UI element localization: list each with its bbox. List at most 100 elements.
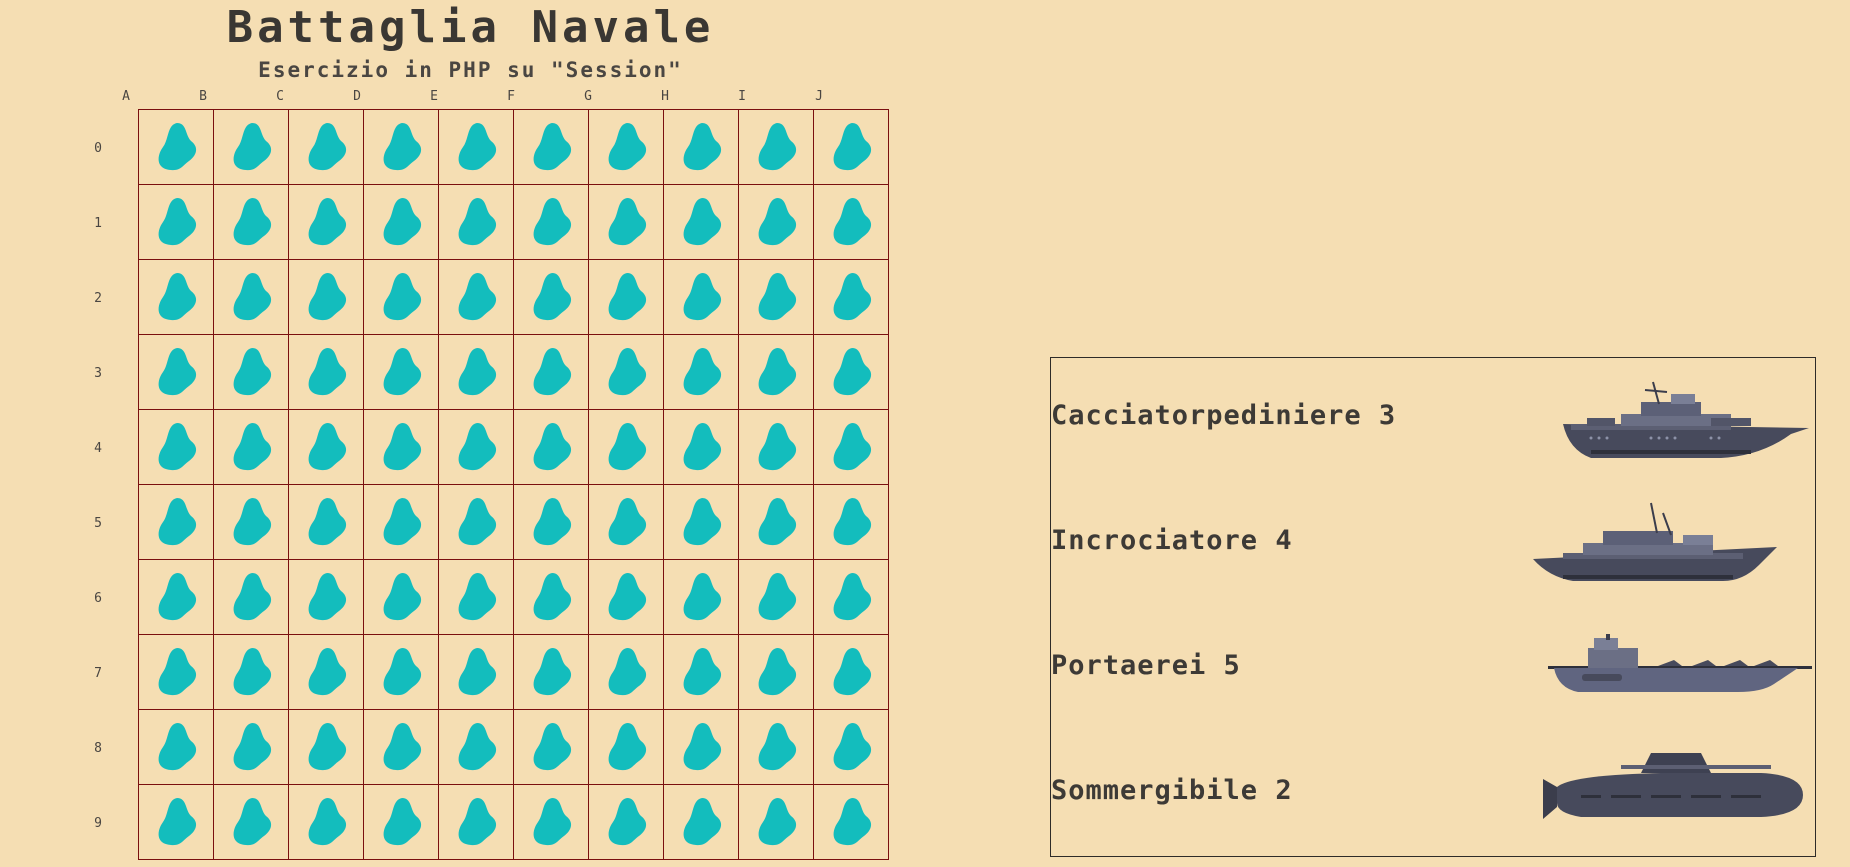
board-cell[interactable]: [514, 785, 589, 860]
board-cell[interactable]: [589, 260, 664, 335]
board-cell[interactable]: [664, 110, 739, 185]
board-cell[interactable]: [214, 485, 289, 560]
board-cell[interactable]: [739, 335, 814, 410]
board-cell[interactable]: [664, 185, 739, 260]
board-cell[interactable]: [289, 260, 364, 335]
board-cell[interactable]: [664, 710, 739, 785]
board-cell[interactable]: [739, 260, 814, 335]
board-cell[interactable]: [364, 710, 439, 785]
board-cell[interactable]: [814, 635, 889, 710]
board-cell[interactable]: [514, 410, 589, 485]
board-cell[interactable]: [589, 110, 664, 185]
board-cell[interactable]: [364, 560, 439, 635]
board-cell[interactable]: [139, 410, 214, 485]
board-cell[interactable]: [214, 410, 289, 485]
board-cell[interactable]: [439, 785, 514, 860]
board-cell[interactable]: [139, 635, 214, 710]
board-cell[interactable]: [214, 335, 289, 410]
board-cell[interactable]: [664, 335, 739, 410]
board-cell[interactable]: [739, 560, 814, 635]
board-cell[interactable]: [739, 635, 814, 710]
board-cell[interactable]: [139, 710, 214, 785]
board-cell[interactable]: [739, 185, 814, 260]
board-cell[interactable]: [364, 185, 439, 260]
board-cell[interactable]: [439, 485, 514, 560]
board-cell[interactable]: [214, 260, 289, 335]
board-cell[interactable]: [664, 635, 739, 710]
board-cell[interactable]: [814, 410, 889, 485]
board-cell[interactable]: [439, 110, 514, 185]
board-cell[interactable]: [139, 335, 214, 410]
board-cell[interactable]: [139, 785, 214, 860]
board-cell[interactable]: [439, 260, 514, 335]
board-cell[interactable]: [814, 260, 889, 335]
board-cell[interactable]: [289, 185, 364, 260]
board-cell[interactable]: [589, 185, 664, 260]
board-cell[interactable]: [739, 410, 814, 485]
board-cell[interactable]: [664, 785, 739, 860]
board-cell[interactable]: [739, 485, 814, 560]
board-cell[interactable]: [514, 635, 589, 710]
board-cell[interactable]: [214, 185, 289, 260]
board-cell[interactable]: [364, 485, 439, 560]
board-cell[interactable]: [214, 785, 289, 860]
board-cell[interactable]: [814, 110, 889, 185]
board-cell[interactable]: [589, 335, 664, 410]
board-cell[interactable]: [214, 635, 289, 710]
board-cell[interactable]: [739, 110, 814, 185]
board-cell[interactable]: [364, 260, 439, 335]
board-cell[interactable]: [364, 410, 439, 485]
board-cell[interactable]: [139, 560, 214, 635]
board-cell[interactable]: [514, 260, 589, 335]
board-cell[interactable]: [514, 710, 589, 785]
board-cell[interactable]: [664, 485, 739, 560]
board-cell[interactable]: [514, 485, 589, 560]
board-cell[interactable]: [439, 335, 514, 410]
board-cell[interactable]: [139, 485, 214, 560]
board-cell[interactable]: [139, 110, 214, 185]
board-cell[interactable]: [814, 785, 889, 860]
board-cell[interactable]: [214, 110, 289, 185]
board-cell[interactable]: [289, 410, 364, 485]
board-cell[interactable]: [739, 710, 814, 785]
board-cell[interactable]: [289, 785, 364, 860]
board-cell[interactable]: [514, 560, 589, 635]
board-cell[interactable]: [589, 410, 664, 485]
board-cell[interactable]: [289, 335, 364, 410]
board-cell[interactable]: [364, 635, 439, 710]
board-cell[interactable]: [589, 485, 664, 560]
board-cell[interactable]: [739, 785, 814, 860]
board-cell[interactable]: [589, 560, 664, 635]
board-cell[interactable]: [289, 635, 364, 710]
board-cell[interactable]: [139, 260, 214, 335]
board-cell[interactable]: [589, 635, 664, 710]
board-cell[interactable]: [364, 335, 439, 410]
board-cell[interactable]: [589, 785, 664, 860]
board-cell[interactable]: [289, 710, 364, 785]
board-cell[interactable]: [664, 260, 739, 335]
board-cell[interactable]: [364, 110, 439, 185]
board-cell[interactable]: [589, 710, 664, 785]
board-cell[interactable]: [814, 335, 889, 410]
board-cell[interactable]: [214, 560, 289, 635]
board-cell[interactable]: [664, 410, 739, 485]
board-cell[interactable]: [439, 410, 514, 485]
board-cell[interactable]: [514, 185, 589, 260]
board-cell[interactable]: [664, 560, 739, 635]
board-cell[interactable]: [439, 560, 514, 635]
board-cell[interactable]: [364, 785, 439, 860]
board-cell[interactable]: [514, 335, 589, 410]
board-cell[interactable]: [439, 635, 514, 710]
board-cell[interactable]: [214, 710, 289, 785]
board-cell[interactable]: [814, 710, 889, 785]
board-cell[interactable]: [514, 110, 589, 185]
board-cell[interactable]: [139, 185, 214, 260]
board-cell[interactable]: [439, 710, 514, 785]
board-cell[interactable]: [289, 485, 364, 560]
board-cell[interactable]: [439, 185, 514, 260]
board-cell[interactable]: [814, 185, 889, 260]
board-cell[interactable]: [289, 560, 364, 635]
board-cell[interactable]: [814, 560, 889, 635]
board-cell[interactable]: [814, 485, 889, 560]
board-cell[interactable]: [289, 110, 364, 185]
